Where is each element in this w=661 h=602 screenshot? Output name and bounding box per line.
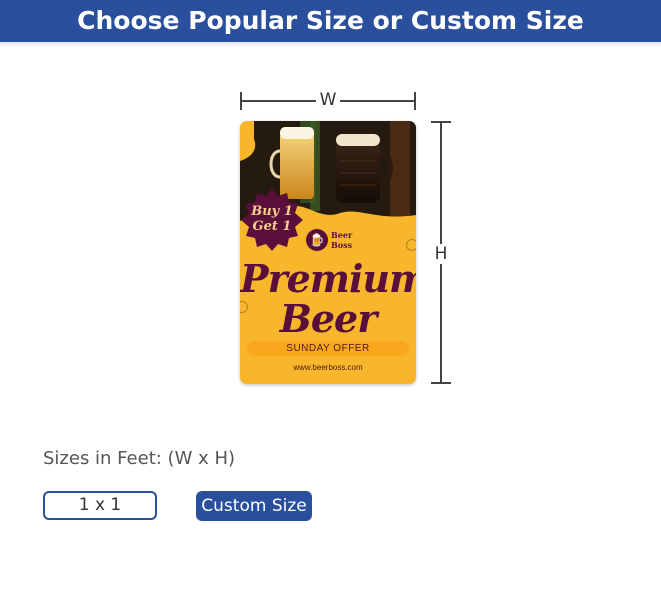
brand-name: Beer Boss bbox=[331, 230, 371, 250]
poster-title-line2: Beer bbox=[279, 296, 378, 341]
brand-logo: 🍺 Beer Boss bbox=[306, 229, 366, 253]
page-title: Choose Popular Size or Custom Size bbox=[77, 6, 584, 35]
hop-doodle-icon bbox=[406, 239, 416, 251]
header-shadow bbox=[0, 42, 661, 48]
badge-line1: Buy 1 bbox=[251, 204, 293, 219]
poster-title-line1: Premium bbox=[240, 256, 416, 301]
poster-preview: Buy 1 Get 1 🍺 Beer Boss Premium Beer SUN… bbox=[240, 121, 416, 384]
width-label-wrap: W bbox=[240, 90, 416, 110]
offer-banner: SUNDAY OFFER bbox=[247, 341, 409, 356]
brand-line1: Beer bbox=[331, 230, 353, 240]
height-label: H bbox=[430, 244, 452, 264]
badge-line2: Get 1 bbox=[252, 219, 292, 234]
poster-url: www.beerboss.com bbox=[293, 363, 363, 372]
sizes-label: Sizes in Feet: (W x H) bbox=[43, 448, 236, 469]
page-header: Choose Popular Size or Custom Size bbox=[0, 0, 661, 42]
brand-line2: Boss bbox=[331, 240, 353, 250]
width-label: W bbox=[315, 90, 341, 110]
beer-mug-icon: 🍺 bbox=[306, 229, 328, 251]
size-option-1x1[interactable]: 1 x 1 bbox=[43, 491, 157, 520]
height-dimension: H bbox=[430, 121, 452, 384]
promo-badge-text: Buy 1 Get 1 bbox=[246, 204, 298, 234]
height-bottom-cap bbox=[431, 382, 451, 384]
custom-size-button[interactable]: Custom Size bbox=[196, 491, 312, 521]
width-dimension: W bbox=[240, 90, 416, 112]
